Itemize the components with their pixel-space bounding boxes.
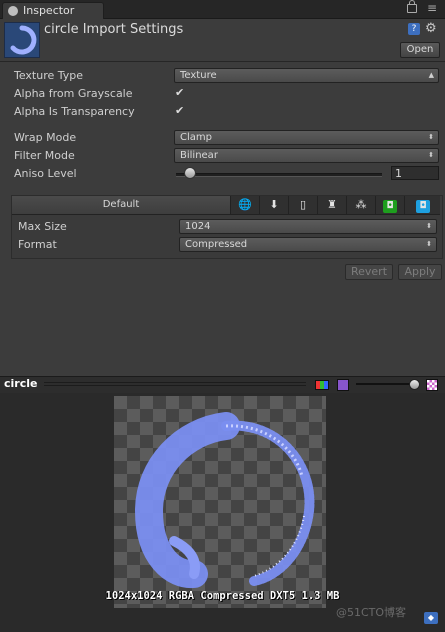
blackberry-icon[interactable]: ⁂ xyxy=(346,196,375,214)
help-icon[interactable]: ? xyxy=(408,23,420,35)
checker-icon[interactable] xyxy=(426,379,438,391)
android-icon[interactable]: ♜ xyxy=(317,196,346,214)
dropdown-arrow-icon: ⬍ xyxy=(428,151,434,159)
watermark: @51CTO博客 xyxy=(336,606,407,619)
tab-label: Inspector xyxy=(23,4,75,17)
preview-title: circle xyxy=(4,377,38,390)
dropdown-arrow-icon: ▲ xyxy=(428,71,434,79)
max-size-label: Max Size xyxy=(18,220,67,233)
alpha-transparency-label: Alpha Is Transparency xyxy=(14,105,135,118)
phone-icon[interactable]: ▯ xyxy=(288,196,317,214)
wrap-mode-value: Clamp xyxy=(180,132,212,143)
alpha-channel-icon[interactable] xyxy=(337,379,349,391)
texture-preview-image xyxy=(114,396,326,608)
wrap-mode-dropdown[interactable]: Clamp ⬍ xyxy=(174,130,439,145)
max-size-dropdown[interactable]: 1024 ⬍ xyxy=(179,219,437,234)
aniso-level-field[interactable]: 1 xyxy=(391,166,439,180)
asset-title: circle Import Settings xyxy=(44,22,184,37)
wrap-mode-label: Wrap Mode xyxy=(14,131,77,144)
tag-icon[interactable]: ◆ xyxy=(424,612,438,624)
rgb-channel-icon[interactable] xyxy=(315,380,329,390)
divider xyxy=(0,61,445,62)
open-button[interactable]: Open xyxy=(400,42,440,58)
gear-icon[interactable]: ⚙ xyxy=(425,21,437,36)
filter-mode-label: Filter Mode xyxy=(14,149,75,162)
texture-type-value: Texture xyxy=(180,70,217,81)
apply-button[interactable]: Apply xyxy=(398,264,442,280)
dropdown-arrow-icon: ⬍ xyxy=(428,133,434,141)
windows-store-icon[interactable]: ◘ xyxy=(404,196,441,214)
format-label: Format xyxy=(18,238,57,251)
alpha-transparency-checkbox[interactable]: ✔ xyxy=(175,105,185,116)
format-value: Compressed xyxy=(185,239,248,250)
preview-drag-handle[interactable] xyxy=(44,382,306,383)
filter-mode-value: Bilinear xyxy=(180,150,218,161)
aniso-level-label: Aniso Level xyxy=(14,167,77,180)
dropdown-arrow-icon: ⬍ xyxy=(426,240,432,248)
download-icon[interactable]: ⬇ xyxy=(259,196,288,214)
format-dropdown[interactable]: Compressed ⬍ xyxy=(179,237,437,252)
filter-mode-dropdown[interactable]: Bilinear ⬍ xyxy=(174,148,439,163)
texture-thumbnail xyxy=(4,22,40,58)
tab-default[interactable]: Default xyxy=(12,196,231,214)
tab-inspector[interactable]: Inspector xyxy=(2,2,104,19)
texture-info: 1024x1024 RGBA Compressed DXT5 1.3 MB xyxy=(105,590,340,602)
max-size-value: 1024 xyxy=(185,221,211,232)
mip-level-slider-track[interactable] xyxy=(356,383,414,385)
alpha-grayscale-label: Alpha from Grayscale xyxy=(14,87,133,100)
preview-drag-handle[interactable] xyxy=(44,385,306,386)
menu-icon[interactable]: ≡ xyxy=(427,1,437,15)
xbox-icon[interactable]: ◘ xyxy=(375,196,404,214)
aniso-slider-track[interactable] xyxy=(176,173,382,177)
dropdown-arrow-icon: ⬍ xyxy=(426,222,432,230)
lock-icon[interactable] xyxy=(407,0,417,13)
aniso-slider-knob[interactable] xyxy=(184,167,196,179)
texture-type-dropdown[interactable]: Texture ▲ xyxy=(174,68,439,83)
texture-type-label: Texture Type xyxy=(14,69,84,82)
web-icon[interactable]: 🌐 xyxy=(230,196,259,214)
alpha-grayscale-checkbox[interactable]: ✔ xyxy=(175,87,185,98)
inspector-icon xyxy=(8,6,18,16)
mip-level-slider-knob[interactable] xyxy=(409,379,420,390)
revert-button[interactable]: Revert xyxy=(345,264,393,280)
